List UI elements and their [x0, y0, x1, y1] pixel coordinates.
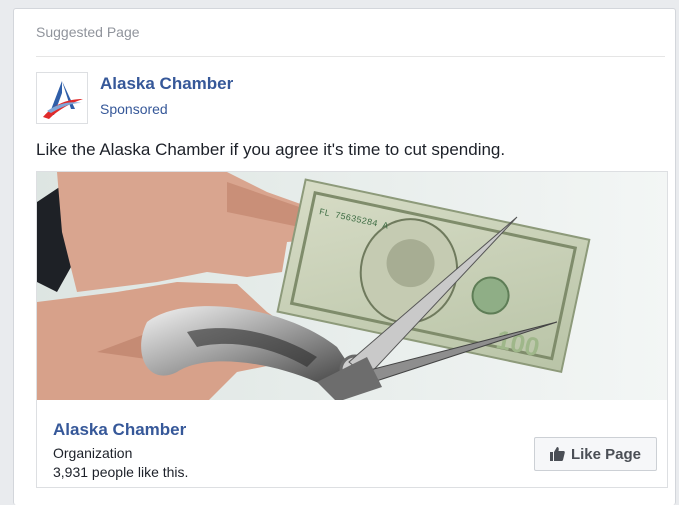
scissors-cutting-dollar-bill-image: FL 75635284 A 100: [37, 172, 667, 400]
card-header: Suggested Page: [36, 24, 140, 40]
alaska-chamber-logo-icon: [43, 81, 83, 119]
ad-image[interactable]: FL 75635284 A 100: [36, 171, 668, 401]
page-logo[interactable]: [36, 72, 88, 124]
ad-footer: Alaska Chamber Organization 3,931 people…: [36, 400, 668, 488]
footer-page-name-link[interactable]: Alaska Chamber: [53, 420, 186, 440]
like-page-button[interactable]: Like Page: [534, 437, 657, 471]
suggested-page-card: Suggested Page Alaska Chamber Sponsored …: [13, 8, 676, 505]
like-page-label: Like Page: [570, 445, 642, 463]
thumbs-up-icon: [549, 447, 565, 461]
page-category: Organization: [53, 445, 133, 461]
sponsored-label[interactable]: Sponsored: [100, 101, 168, 117]
page-name-link[interactable]: Alaska Chamber: [100, 74, 233, 94]
page-like-count: 3,931 people like this.: [53, 464, 189, 480]
post-text: Like the Alaska Chamber if you agree it'…: [36, 140, 506, 159]
divider: [36, 56, 665, 57]
